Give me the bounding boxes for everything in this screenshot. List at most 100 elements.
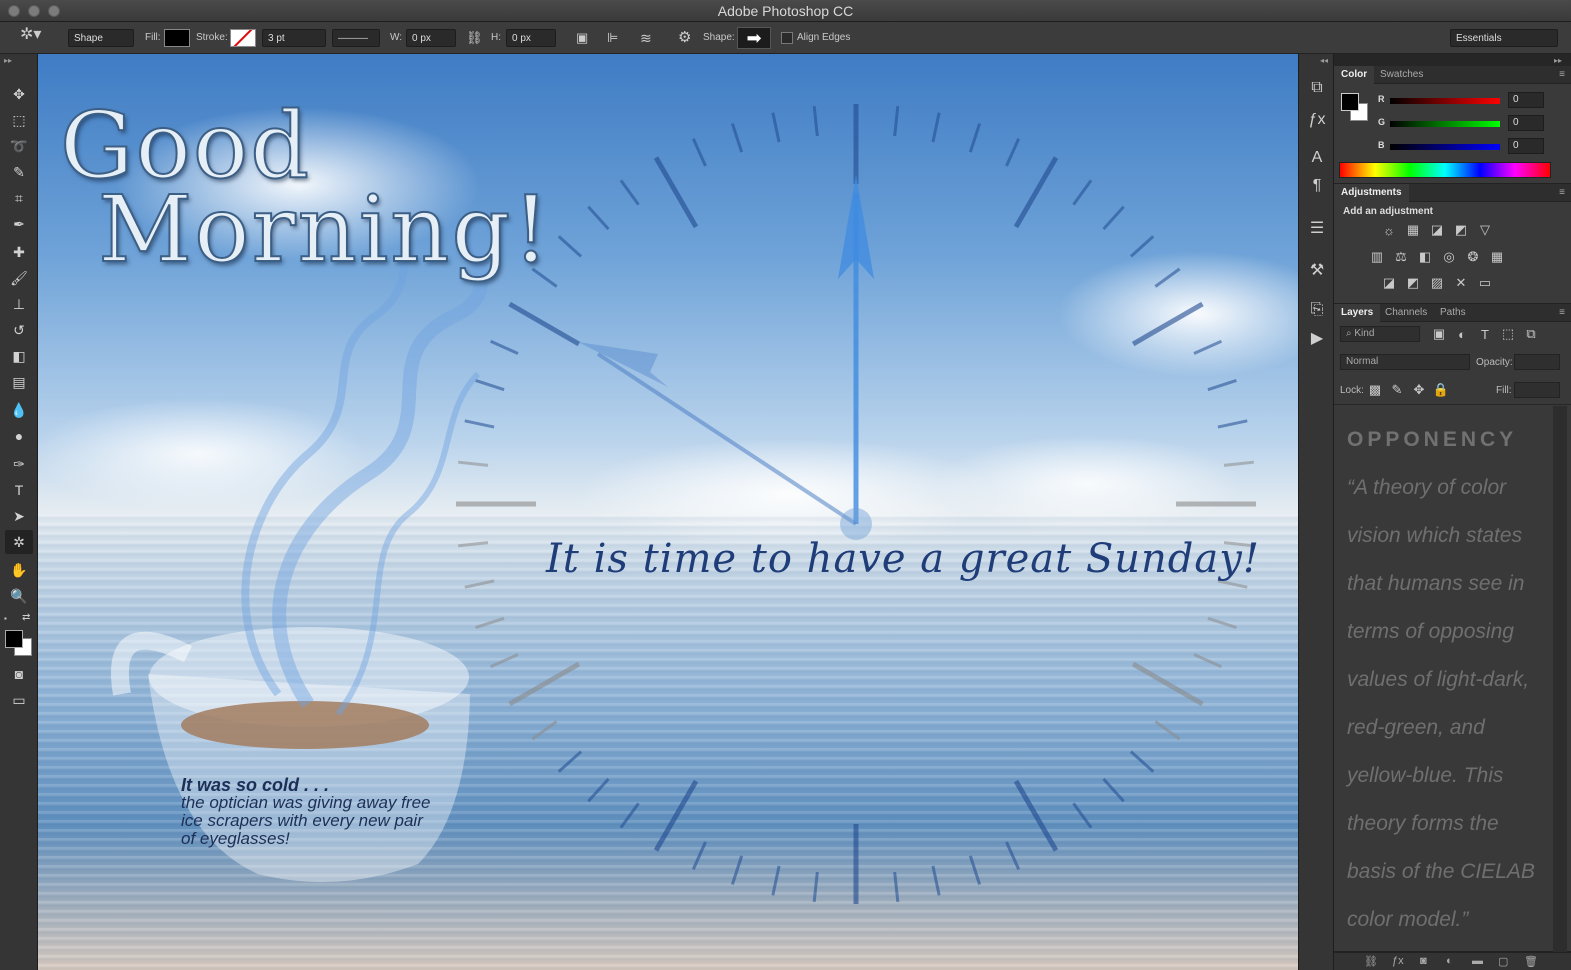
tab-color[interactable]: Color xyxy=(1334,66,1375,84)
character-panel-icon[interactable]: A xyxy=(1305,146,1329,170)
custom-shape-tool-preset-icon[interactable]: ✲▾ xyxy=(20,26,41,44)
lock-transparent-icon[interactable]: ▩ xyxy=(1366,381,1384,399)
swap-colors-icon[interactable]: ⇄ xyxy=(22,612,30,623)
actions-play-icon[interactable]: ▶ xyxy=(1305,326,1329,350)
channel-mixer-icon[interactable]: ❂ xyxy=(1464,248,1482,266)
fill-field[interactable] xyxy=(1514,382,1560,398)
history-brush-tool-icon[interactable]: ↺ xyxy=(5,318,33,342)
shape-picker-arrow-icon[interactable]: ➡ xyxy=(737,27,771,49)
healing-brush-tool-icon[interactable]: ✚ xyxy=(5,240,33,264)
custom-shape-tool-icon[interactable]: ✲ xyxy=(5,530,33,554)
lock-position-icon[interactable]: ✥ xyxy=(1410,381,1428,399)
collapse-strip-icon[interactable]: ◂◂ xyxy=(1320,56,1328,65)
lock-pixels-icon[interactable]: ✎ xyxy=(1388,381,1406,399)
marquee-tool-icon[interactable]: ⬚ xyxy=(5,108,33,132)
zoom-tool-icon[interactable]: 🔍 xyxy=(5,584,33,608)
pen-tool-icon[interactable]: ✑ xyxy=(5,452,33,476)
eyedropper-tool-icon[interactable]: ✒ xyxy=(5,212,33,236)
color-lookup-icon[interactable]: ▦ xyxy=(1488,248,1506,266)
filter-type-icon[interactable]: T xyxy=(1476,325,1494,343)
threshold-icon[interactable]: ▨ xyxy=(1428,274,1446,292)
workspace-select[interactable]: Essentials xyxy=(1450,29,1558,47)
add-mask-icon[interactable]: ◙ xyxy=(1420,955,1427,967)
curves-icon[interactable]: ◪ xyxy=(1428,221,1446,239)
layer-style-icon[interactable]: ƒx xyxy=(1392,955,1404,967)
new-group-icon[interactable]: ▬ xyxy=(1472,955,1483,967)
move-tool-icon[interactable]: ✥ xyxy=(5,82,33,106)
tab-swatches[interactable]: Swatches xyxy=(1373,66,1430,84)
paragraph-panel-icon[interactable]: ¶ xyxy=(1305,174,1329,198)
posterize-icon[interactable]: ◩ xyxy=(1404,274,1422,292)
black-white-icon[interactable]: ◧ xyxy=(1416,248,1434,266)
gradient-map-icon[interactable]: ▭ xyxy=(1476,274,1494,292)
color-foreground-swatch[interactable] xyxy=(1341,93,1359,111)
stroke-width-field[interactable]: 3 pt xyxy=(262,29,326,47)
brightness-icon[interactable]: ☼ xyxy=(1380,221,1398,239)
tool-mode-select[interactable]: Shape xyxy=(68,29,134,47)
styles-panel-icon[interactable]: ƒx xyxy=(1305,108,1329,132)
collapse-panels-icon[interactable]: ▸▸ xyxy=(1554,56,1562,65)
brush-tool-icon[interactable]: 🖌 xyxy=(5,266,33,290)
width-field[interactable]: 0 px xyxy=(406,29,456,47)
height-field[interactable]: 0 px xyxy=(506,29,556,47)
filter-smart-object-icon[interactable]: ⧉ xyxy=(1522,325,1540,343)
stroke-swatch[interactable] xyxy=(230,29,256,47)
history-panel-icon[interactable]: ⧉ xyxy=(1305,76,1329,100)
opacity-field[interactable] xyxy=(1514,354,1560,370)
foreground-color-swatch[interactable] xyxy=(5,630,23,648)
default-colors-icon[interactable]: ▪ xyxy=(4,614,16,623)
panel-menu-icon[interactable]: ≡ xyxy=(1559,187,1565,198)
green-value-field[interactable]: 0 xyxy=(1508,115,1544,131)
properties-panel-icon[interactable]: ☰ xyxy=(1305,216,1329,240)
tab-layers[interactable]: Layers xyxy=(1334,304,1381,322)
selective-color-icon[interactable]: ✕ xyxy=(1452,274,1470,292)
path-alignment-icon[interactable]: ⊫ xyxy=(607,29,618,47)
align-edges-checkbox[interactable] xyxy=(781,32,793,44)
delete-layer-icon[interactable]: 🗑 xyxy=(1524,955,1538,968)
dodge-tool-icon[interactable]: ● xyxy=(5,424,33,448)
crop-tool-icon[interactable]: ⌗ xyxy=(5,186,33,210)
link-icon[interactable]: ⛓ xyxy=(466,29,483,47)
color-spectrum-ramp[interactable] xyxy=(1339,162,1551,178)
expand-tools-icon[interactable]: ▸▸ xyxy=(4,56,12,65)
screen-mode-icon[interactable]: ▭ xyxy=(5,688,33,712)
fill-swatch[interactable] xyxy=(164,29,190,47)
filter-pixel-icon[interactable]: ▣ xyxy=(1430,325,1448,343)
hue-saturation-icon[interactable]: ▥ xyxy=(1368,248,1386,266)
type-tool-icon[interactable]: T xyxy=(5,478,33,502)
levels-icon[interactable]: ▦ xyxy=(1404,221,1422,239)
panel-menu-icon[interactable]: ≡ xyxy=(1559,69,1565,80)
quick-mask-icon[interactable]: ◙ xyxy=(5,662,33,686)
layers-scrollbar[interactable] xyxy=(1553,406,1567,952)
photo-filter-icon[interactable]: ◎ xyxy=(1440,248,1458,266)
path-selection-tool-icon[interactable]: ➤ xyxy=(5,504,33,528)
filter-adjustment-icon[interactable]: ◐ xyxy=(1453,325,1471,343)
document-canvas[interactable]: Good Morning! It is time to have a great… xyxy=(38,54,1298,970)
lasso-tool-icon[interactable]: ➰ xyxy=(5,134,33,158)
stroke-type-select[interactable]: ――― xyxy=(332,29,380,47)
color-balance-icon[interactable]: ⚖ xyxy=(1392,248,1410,266)
blur-tool-icon[interactable]: 💧 xyxy=(5,398,33,422)
link-layers-icon[interactable]: ⛓ xyxy=(1364,955,1378,968)
layer-kind-filter[interactable]: ⌕ Kind xyxy=(1340,326,1420,342)
red-value-field[interactable]: 0 xyxy=(1508,92,1544,108)
eraser-tool-icon[interactable]: ◧ xyxy=(5,344,33,368)
tool-presets-icon[interactable]: ⚒ xyxy=(1305,258,1329,282)
blend-mode-select[interactable]: Normal xyxy=(1340,354,1470,370)
gradient-tool-icon[interactable]: ▤ xyxy=(5,370,33,394)
lock-all-icon[interactable]: 🔒 xyxy=(1432,381,1450,399)
path-arrangement-icon[interactable]: ≋ xyxy=(640,29,652,47)
filter-shape-icon[interactable]: ⬚ xyxy=(1499,325,1517,343)
invert-icon[interactable]: ◪ xyxy=(1380,274,1398,292)
tab-adjustments[interactable]: Adjustments xyxy=(1334,184,1409,202)
new-layer-icon[interactable]: ▢ xyxy=(1498,955,1508,968)
tab-channels[interactable]: Channels xyxy=(1378,304,1434,322)
panel-menu-icon[interactable]: ≡ xyxy=(1559,307,1565,318)
new-adjustment-layer-icon[interactable]: ◐ xyxy=(1446,955,1453,967)
gear-icon[interactable]: ⚙ xyxy=(678,29,691,47)
blue-value-field[interactable]: 0 xyxy=(1508,138,1544,154)
hand-tool-icon[interactable]: ✋ xyxy=(5,558,33,582)
clone-source-icon[interactable]: ⎘ xyxy=(1305,298,1329,322)
tab-paths[interactable]: Paths xyxy=(1433,304,1473,322)
clone-stamp-tool-icon[interactable]: ⊥ xyxy=(5,292,33,316)
